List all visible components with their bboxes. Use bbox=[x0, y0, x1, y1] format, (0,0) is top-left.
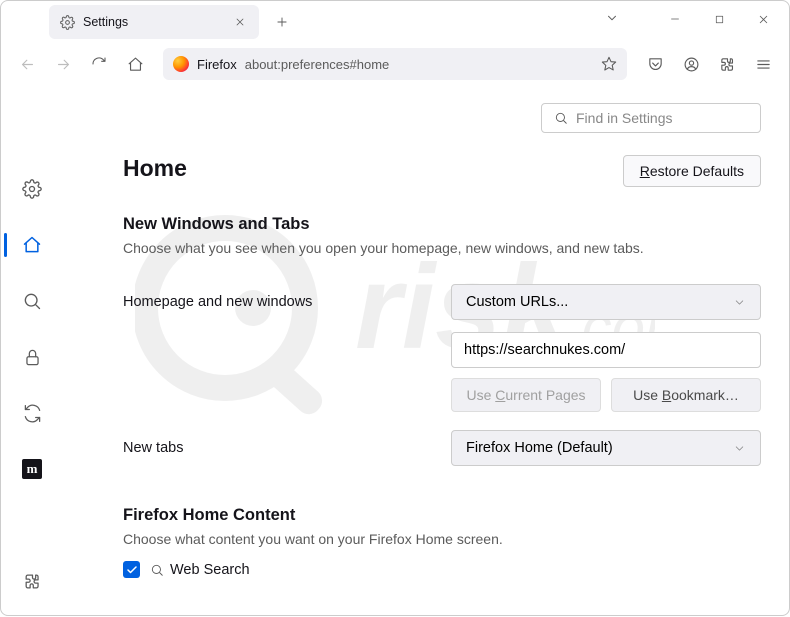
newtabs-label: New tabs bbox=[123, 440, 439, 456]
gear-icon bbox=[59, 14, 75, 30]
nav-toolbar: Firefox about:preferences#home bbox=[1, 43, 789, 85]
extensions-button[interactable] bbox=[711, 48, 743, 80]
pocket-button[interactable] bbox=[639, 48, 671, 80]
sidebar-item-search[interactable] bbox=[14, 283, 50, 319]
page-title: Home bbox=[123, 155, 187, 182]
close-icon[interactable] bbox=[231, 13, 249, 31]
home-button[interactable] bbox=[119, 48, 151, 80]
homepage-mode-select[interactable]: Custom URLs... bbox=[451, 284, 761, 320]
firefox-icon bbox=[173, 56, 189, 72]
tab-label: Settings bbox=[83, 15, 223, 29]
restore-defaults-button[interactable]: Restore Defaults bbox=[623, 155, 761, 187]
search-icon bbox=[150, 563, 164, 577]
settings-search-box[interactable] bbox=[541, 103, 761, 133]
close-window-button[interactable] bbox=[741, 1, 785, 37]
tabs-list-button[interactable] bbox=[605, 11, 619, 25]
sidebar-item-extensions[interactable] bbox=[14, 563, 50, 599]
sidebar-item-sync[interactable] bbox=[14, 395, 50, 431]
section-sub-nwt: Choose what you see when you open your h… bbox=[123, 240, 761, 256]
web-search-checkbox[interactable] bbox=[123, 561, 140, 578]
menu-button[interactable] bbox=[747, 48, 779, 80]
settings-sidebar: m bbox=[1, 85, 63, 617]
section-heading-fhc: Firefox Home Content bbox=[123, 506, 761, 525]
homepage-url-input[interactable] bbox=[451, 332, 761, 368]
account-button[interactable] bbox=[675, 48, 707, 80]
chevron-down-icon bbox=[733, 296, 746, 309]
bookmark-star-icon[interactable] bbox=[601, 56, 617, 72]
window-controls bbox=[653, 1, 785, 37]
back-button[interactable] bbox=[11, 48, 43, 80]
sidebar-item-home[interactable] bbox=[14, 227, 50, 263]
minimize-button[interactable] bbox=[653, 1, 697, 37]
select-value: Firefox Home (Default) bbox=[466, 440, 613, 456]
settings-search-input[interactable] bbox=[576, 110, 757, 126]
select-value: Custom URLs... bbox=[466, 294, 568, 310]
reload-button[interactable] bbox=[83, 48, 115, 80]
url-text: about:preferences#home bbox=[245, 57, 593, 72]
web-search-label: Web Search bbox=[150, 562, 250, 578]
m-icon: m bbox=[22, 459, 42, 479]
title-bar: Settings bbox=[1, 1, 789, 43]
forward-button[interactable] bbox=[47, 48, 79, 80]
settings-main: Home Restore Defaults New Windows and Ta… bbox=[63, 85, 789, 617]
chevron-down-icon bbox=[733, 442, 746, 455]
sidebar-item-more[interactable]: m bbox=[14, 451, 50, 487]
section-sub-fhc: Choose what content you want on your Fir… bbox=[123, 531, 761, 547]
url-bar[interactable]: Firefox about:preferences#home bbox=[163, 48, 627, 80]
newtabs-mode-select[interactable]: Firefox Home (Default) bbox=[451, 430, 761, 466]
use-current-pages-button[interactable]: Use Current Pages bbox=[451, 378, 601, 412]
sidebar-item-privacy[interactable] bbox=[14, 339, 50, 375]
new-tab-button[interactable] bbox=[267, 7, 297, 37]
section-heading-nwt: New Windows and Tabs bbox=[123, 215, 761, 234]
homepage-label: Homepage and new windows bbox=[123, 294, 439, 310]
maximize-button[interactable] bbox=[697, 1, 741, 37]
use-bookmark-button[interactable]: Use Bookmark… bbox=[611, 378, 761, 412]
tab-settings[interactable]: Settings bbox=[49, 5, 259, 39]
sidebar-item-general[interactable] bbox=[14, 171, 50, 207]
url-scheme-label: Firefox bbox=[197, 57, 237, 72]
search-icon bbox=[554, 111, 568, 125]
